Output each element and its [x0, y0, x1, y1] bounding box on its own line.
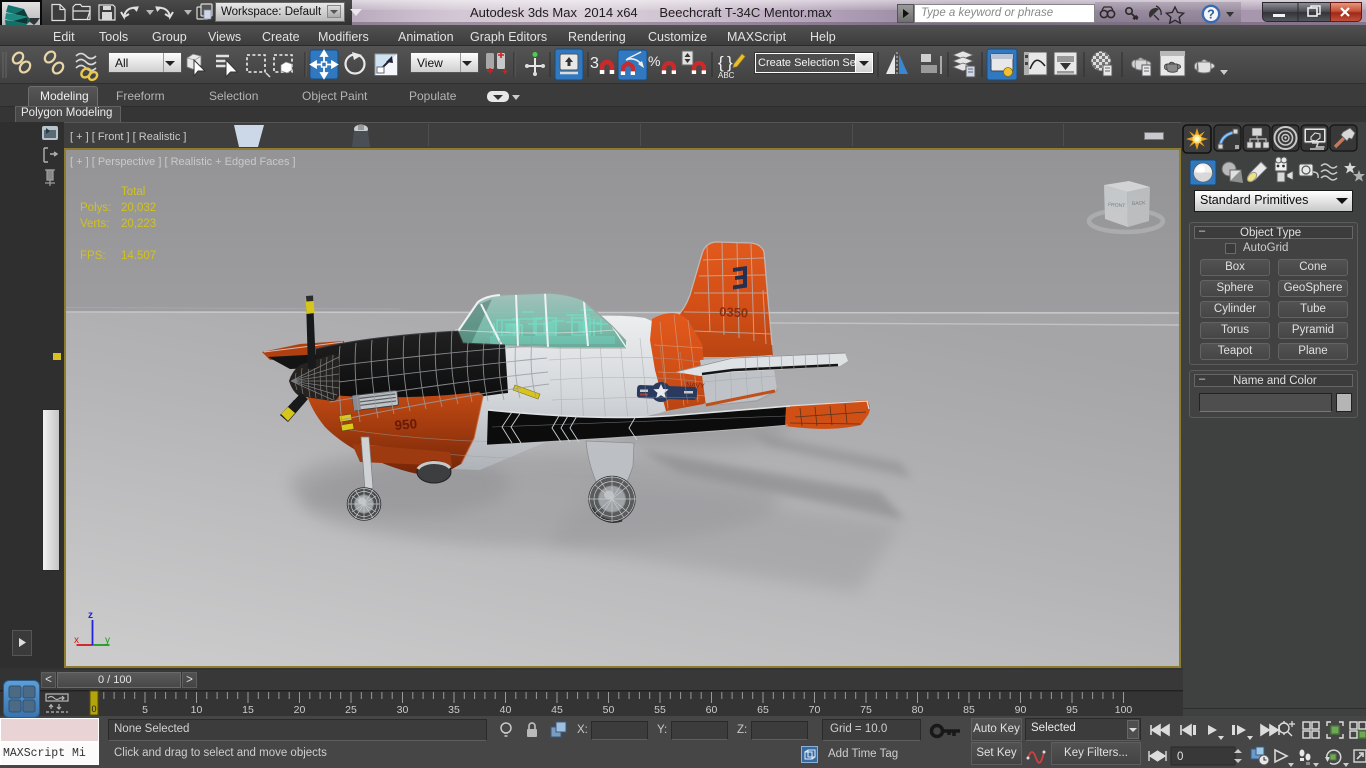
svg-text:NAVY: NAVY	[686, 382, 705, 390]
svg-text:z: z	[88, 610, 93, 621]
svg-text:Polys:: Polys:	[80, 202, 111, 214]
svg-text:950: 950	[394, 416, 418, 433]
svg-text:20,032: 20,032	[121, 202, 156, 214]
svg-text:5: 5	[142, 704, 148, 716]
svg-text:y: y	[105, 635, 110, 646]
svg-text:45: 45	[551, 704, 563, 716]
svg-text:90: 90	[1015, 704, 1027, 716]
svg-text:20,223: 20,223	[121, 218, 156, 230]
svg-text:55: 55	[654, 704, 666, 716]
svg-text:50: 50	[603, 704, 615, 716]
svg-text:0: 0	[91, 704, 96, 714]
svg-text:60: 60	[706, 704, 718, 716]
svg-text:80: 80	[912, 704, 924, 716]
svg-text:25: 25	[345, 704, 357, 716]
svg-text:Verts:: Verts:	[80, 218, 109, 230]
svg-text:3: 3	[590, 55, 599, 72]
svg-text:85: 85	[963, 704, 975, 716]
svg-text:?: ?	[1207, 8, 1215, 22]
svg-text:%: %	[648, 53, 660, 69]
svg-text:95: 95	[1066, 704, 1078, 716]
svg-text:20: 20	[294, 704, 306, 716]
svg-text:65: 65	[757, 704, 769, 716]
svg-text:15: 15	[242, 704, 254, 716]
svg-text:14.507: 14.507	[121, 250, 156, 262]
svg-text:[ + ] [ Perspective ] [ Realis: [ + ] [ Perspective ] [ Realistic + Edge…	[70, 156, 296, 168]
svg-text:0: 0	[1177, 751, 1183, 763]
svg-text:FRONT: FRONT	[1108, 202, 1126, 209]
svg-text:x: x	[74, 635, 79, 646]
svg-text:100: 100	[1115, 704, 1133, 716]
svg-text:35: 35	[448, 704, 460, 716]
svg-text:70: 70	[809, 704, 821, 716]
svg-text:}: }	[727, 53, 733, 72]
svg-text:FPS:: FPS:	[80, 250, 106, 262]
svg-text:0350: 0350	[719, 304, 749, 320]
svg-text:75: 75	[860, 704, 872, 716]
svg-text:10: 10	[191, 704, 203, 716]
svg-text:BACK: BACK	[1132, 200, 1147, 207]
svg-text:{: {	[718, 53, 724, 72]
svg-text:Total: Total	[121, 186, 145, 198]
svg-text:30: 30	[397, 704, 409, 716]
svg-text:ABC: ABC	[718, 71, 735, 80]
svg-text:40: 40	[500, 704, 512, 716]
